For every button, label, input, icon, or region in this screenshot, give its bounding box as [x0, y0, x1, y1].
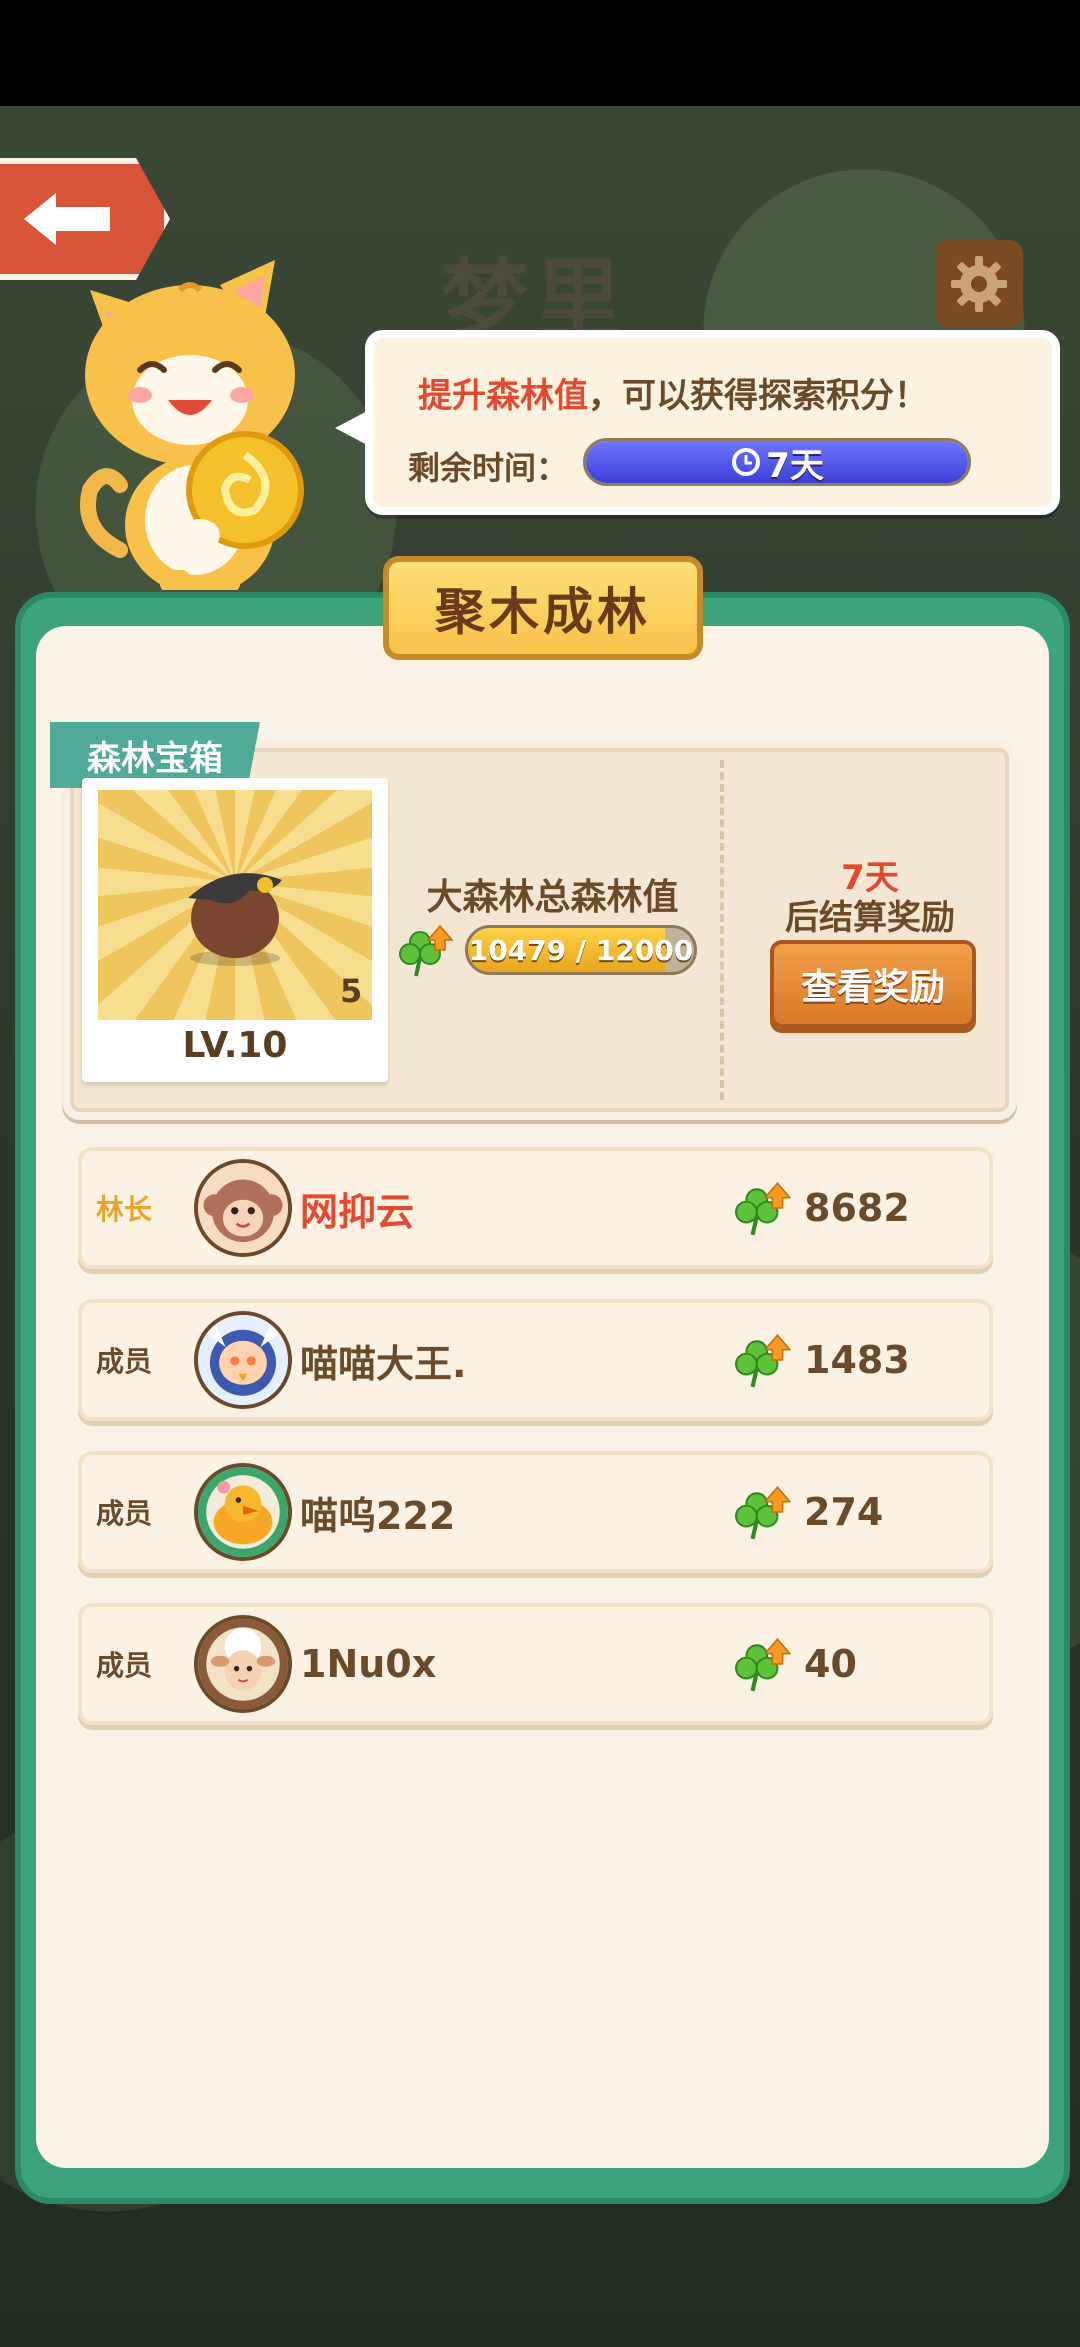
chest-level: LV.10 [182, 1025, 288, 1066]
duck-avatar [198, 1467, 288, 1557]
clover-up-icon [734, 1483, 794, 1543]
clover-up-icon [734, 1179, 794, 1239]
gear-icon [951, 256, 1007, 312]
hint-highlight: 提升森林值 [418, 376, 588, 416]
status-bar [0, 0, 1080, 106]
member-avatar[interactable] [194, 1615, 292, 1713]
member-score: 1483 [804, 1338, 910, 1382]
member-name: 网抑云 [300, 1189, 415, 1234]
member-row[interactable]: 成员 1Nu0x 40 [78, 1603, 993, 1725]
member-score: 274 [804, 1490, 884, 1534]
member-score: 40 [804, 1642, 857, 1686]
time-remaining-text: 7天 [586, 441, 968, 483]
settle-label: 后结算奖励 [785, 898, 955, 938]
clover-up-icon [734, 1331, 794, 1391]
hint-rest: ，可以获得探索积分！ [588, 376, 928, 416]
member-avatar[interactable] [194, 1463, 292, 1561]
card-divider [720, 760, 724, 1100]
member-role: 成员 [96, 1649, 153, 1682]
settings-button[interactable] [935, 240, 1023, 328]
member-score: 8682 [804, 1186, 910, 1230]
hint-text: 提升森林值，可以获得探索积分！ [418, 368, 928, 417]
chest-egg-icon [188, 873, 282, 966]
member-name: 1Nu0x [300, 1642, 437, 1686]
sheep-avatar [198, 1619, 288, 1709]
member-role: 成员 [96, 1345, 153, 1378]
forest-progress-bar: 10479 / 12000 [465, 925, 697, 975]
member-row[interactable]: 成员 喵喵大王. 1483 [78, 1299, 993, 1421]
view-rewards-button[interactable]: 查看奖励 [770, 940, 976, 1028]
forest-total-label: 大森林总森林值 [426, 877, 679, 918]
chest-count: 5 [340, 972, 363, 1010]
hint-bubble: 提升森林值，可以获得探索积分！ 剩余时间： 7天 [335, 330, 1060, 515]
forest-progress-text: 10479 / 12000 [468, 933, 694, 967]
time-remaining-label: 剩余时间： [408, 449, 569, 487]
time-remaining-value: 7天 [766, 445, 824, 486]
member-row[interactable]: 成员 喵呜222 274 [78, 1451, 993, 1573]
clock-icon [732, 448, 761, 476]
member-avatar[interactable] [194, 1159, 292, 1257]
member-role: 成员 [96, 1497, 153, 1530]
panel-title: 聚木成林 [383, 556, 703, 660]
member-role: 林长 [96, 1193, 153, 1226]
time-remaining-bar: 7天 [583, 438, 971, 486]
clover-up-icon [399, 924, 454, 977]
member-row[interactable]: 林长 网抑云 8682 [78, 1147, 993, 1269]
monkey-avatar [198, 1163, 288, 1253]
bird-avatar [198, 1315, 288, 1405]
member-avatar[interactable] [194, 1311, 292, 1409]
member-name: 喵喵大王. [300, 1341, 467, 1386]
back-arrow-icon [24, 193, 110, 245]
member-name: 喵呜222 [300, 1493, 456, 1538]
cat-mascot-image [80, 260, 304, 590]
clover-up-icon [734, 1635, 794, 1695]
